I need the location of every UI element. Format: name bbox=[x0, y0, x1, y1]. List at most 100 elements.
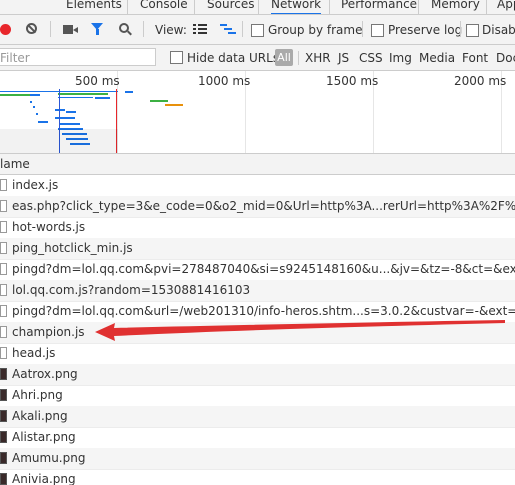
request-row[interactable]: Anivia.png bbox=[0, 469, 515, 485]
tab-divider bbox=[194, 0, 195, 14]
image-thumbnail-icon bbox=[0, 452, 7, 464]
tab-elements[interactable]: Elements bbox=[66, 0, 122, 13]
file-icon bbox=[0, 179, 7, 191]
timeline-bar bbox=[58, 93, 108, 95]
request-row[interactable]: hot-words.js bbox=[0, 217, 515, 239]
file-icon bbox=[0, 200, 7, 212]
filter-js-button[interactable]: JS bbox=[338, 51, 349, 65]
request-row[interactable]: Akali.png bbox=[0, 406, 515, 428]
request-row[interactable]: Amumu.png bbox=[0, 448, 515, 470]
file-icon bbox=[0, 263, 7, 275]
timeline-bar bbox=[33, 106, 35, 108]
disable-cache-label: Disab bbox=[482, 23, 515, 37]
name-column-header[interactable]: lame bbox=[0, 154, 515, 175]
filter-divider bbox=[298, 51, 299, 65]
toolbar-divider bbox=[242, 21, 243, 37]
request-name: Akali.png bbox=[12, 409, 68, 423]
filter-icon[interactable] bbox=[91, 23, 103, 35]
tab-network[interactable]: Network bbox=[271, 0, 322, 14]
filter-font-button[interactable]: Font bbox=[462, 51, 488, 65]
request-name: Alistar.png bbox=[12, 430, 76, 444]
request-name: Amumu.png bbox=[12, 451, 86, 465]
request-row[interactable]: ping_hotclick_min.js bbox=[0, 238, 515, 260]
timeline-bar bbox=[30, 101, 32, 103]
filter-xhr-button[interactable]: XHR bbox=[305, 51, 331, 65]
tab-divider bbox=[486, 0, 487, 14]
filter-img-button[interactable]: Img bbox=[389, 51, 412, 65]
toolbar-divider bbox=[460, 21, 461, 37]
request-row[interactable]: Alistar.png bbox=[0, 427, 515, 449]
filter-doc-button[interactable]: Doc bbox=[496, 51, 515, 65]
timeline-bar bbox=[95, 97, 110, 99]
timeline-bar bbox=[150, 100, 168, 102]
search-icon[interactable] bbox=[119, 23, 132, 36]
image-thumbnail-icon bbox=[0, 473, 7, 485]
request-row[interactable]: Ahri.png bbox=[0, 385, 515, 407]
tab-divider bbox=[329, 0, 330, 14]
timeline-bar bbox=[30, 94, 40, 96]
file-icon bbox=[0, 242, 7, 254]
file-icon bbox=[0, 347, 7, 359]
large-request-rows-icon[interactable] bbox=[193, 24, 207, 34]
image-thumbnail-icon bbox=[0, 389, 7, 401]
filter-all-button[interactable]: All bbox=[275, 49, 293, 66]
group-by-frame-checkbox[interactable] bbox=[251, 24, 264, 37]
tab-application[interactable]: App bbox=[497, 0, 515, 13]
hide-data-urls-checkbox[interactable] bbox=[170, 51, 183, 64]
overview-shade bbox=[0, 129, 118, 153]
request-row[interactable]: lol.qq.com.js?random=1530881416103 bbox=[0, 280, 515, 302]
name-column-label: lame bbox=[0, 157, 30, 171]
request-name: ping_hotclick_min.js bbox=[12, 241, 133, 255]
timeline-overview[interactable]: 500 ms 1000 ms 1500 ms 2000 ms bbox=[0, 71, 515, 154]
disable-cache-checkbox[interactable] bbox=[466, 24, 479, 37]
tab-divider bbox=[127, 0, 128, 14]
request-name: Aatrox.png bbox=[12, 367, 78, 381]
preserve-log-label: Preserve log bbox=[388, 23, 463, 37]
tab-performance[interactable]: Performance bbox=[341, 0, 417, 13]
preserve-log-checkbox[interactable] bbox=[371, 24, 384, 37]
request-name: Ahri.png bbox=[12, 388, 63, 402]
request-row[interactable]: pingd?dm=lol.qq.com&pvi=278487040&si=s92… bbox=[0, 259, 515, 281]
toolbar-divider bbox=[143, 21, 144, 37]
group-by-frame-label: Group by frame bbox=[268, 23, 363, 37]
file-icon bbox=[0, 305, 7, 317]
record-icon[interactable] bbox=[0, 24, 11, 35]
filter-input[interactable]: Filter bbox=[0, 48, 156, 66]
tab-memory[interactable]: Memory bbox=[431, 0, 480, 13]
request-name: lol.qq.com.js?random=1530881416103 bbox=[12, 283, 251, 297]
timeline-bar bbox=[58, 97, 93, 98]
devtools-tab-bar: Elements Console Sources Network Perform… bbox=[0, 0, 515, 15]
timeline-bar bbox=[36, 113, 38, 115]
timeline-waterfall bbox=[0, 89, 183, 153]
filter-css-button[interactable]: CSS bbox=[359, 51, 383, 65]
timeline-bar bbox=[60, 123, 80, 125]
filter-media-button[interactable]: Media bbox=[419, 51, 455, 65]
request-name: pingd?dm=lol.qq.com&pvi=278487040&si=s92… bbox=[12, 262, 515, 276]
file-icon bbox=[0, 284, 7, 296]
request-name: hot-words.js bbox=[12, 220, 86, 234]
toolbar-divider bbox=[50, 21, 51, 37]
request-name: champion.js bbox=[12, 325, 85, 339]
tab-sources[interactable]: Sources bbox=[207, 0, 254, 13]
timeline-bar bbox=[66, 111, 76, 113]
image-thumbnail-icon bbox=[0, 368, 7, 380]
request-row[interactable]: eas.php?click_type=3&e_code=0&o2_mid=0&U… bbox=[0, 196, 515, 218]
clear-icon[interactable] bbox=[26, 23, 37, 34]
request-name: head.js bbox=[12, 346, 56, 360]
tab-console[interactable]: Console bbox=[140, 0, 188, 13]
request-row[interactable]: index.js bbox=[0, 175, 515, 197]
timeline-bar bbox=[55, 117, 75, 119]
request-row[interactable]: Aatrox.png bbox=[0, 364, 515, 386]
request-name: index.js bbox=[12, 178, 59, 192]
timeline-bar bbox=[38, 121, 48, 123]
toolbar-divider bbox=[362, 21, 363, 37]
file-icon bbox=[0, 326, 7, 338]
tab-divider bbox=[258, 0, 259, 14]
capture-screenshots-icon[interactable] bbox=[63, 25, 78, 34]
network-toolbar: View: Group by frame Preserve log Disab bbox=[0, 15, 515, 45]
request-row[interactable]: head.js bbox=[0, 343, 515, 365]
image-thumbnail-icon bbox=[0, 431, 7, 443]
waterfall-overview-icon[interactable] bbox=[220, 24, 236, 34]
timeline-bar bbox=[0, 94, 30, 96]
annotation-arrow bbox=[95, 320, 505, 341]
